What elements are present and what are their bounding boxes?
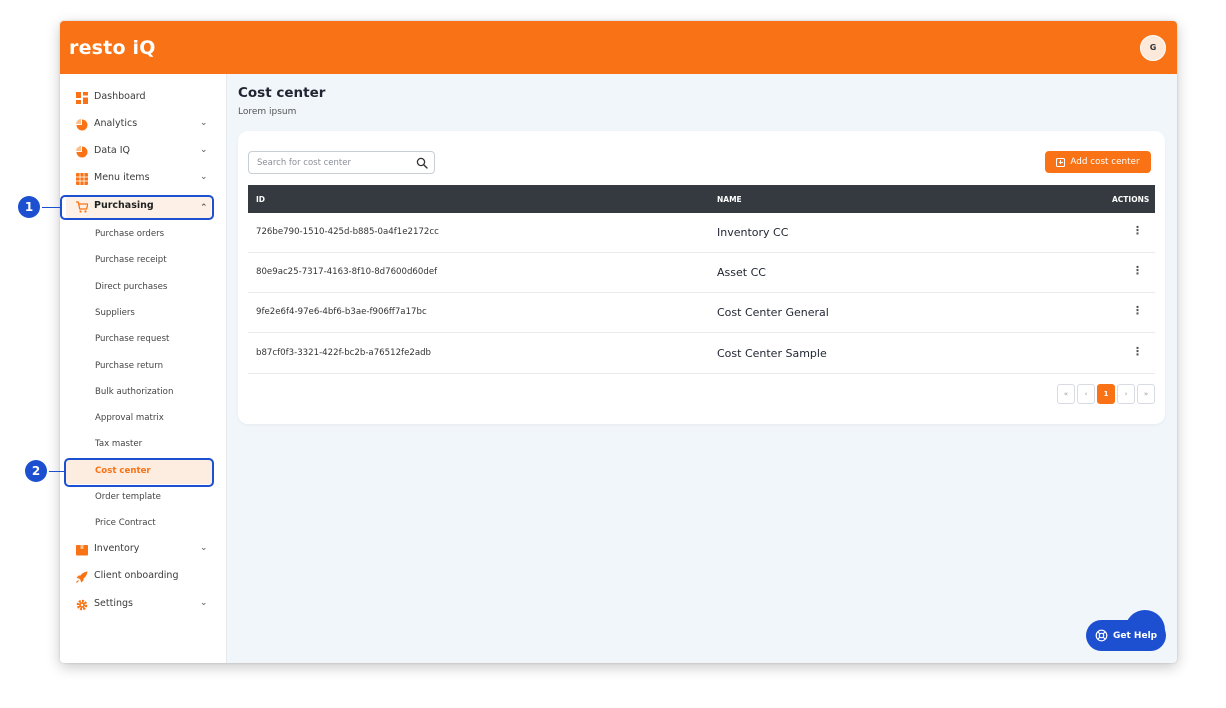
sidebar-subitem-suppliers[interactable]: Suppliers [95, 303, 135, 323]
step2-connector [45, 471, 64, 472]
analytics-icon [76, 119, 88, 131]
table-row[interactable]: 726be790-1510-425d-b885-0a4f1e2172cc Inve… [248, 213, 1155, 253]
cell-name: Cost Center Sample [717, 346, 827, 360]
table-header: ID NAME ACTIONS [248, 185, 1155, 213]
sidebar-item-purchasing[interactable]: Purchasing ⌃ [60, 194, 227, 220]
sidebar-subitem-direct-purchases[interactable]: Direct purchases [95, 277, 167, 297]
dashboard-icon [76, 92, 88, 104]
sidebar-item-label: Analytics [94, 118, 138, 129]
cell-id: 80e9ac25-7317-4163-8f10-8d7600d60def [256, 267, 438, 278]
add-icon [1056, 157, 1066, 167]
pagination-next[interactable]: › [1117, 384, 1135, 404]
row-actions-icon[interactable]: ⋮ [1132, 265, 1143, 276]
chevron-down-icon: ⌄ [200, 598, 208, 608]
cell-id: b87cf0f3-3321-422f-bc2b-a76512fe2adb [256, 347, 431, 358]
data-iq-icon [76, 146, 88, 158]
search-icon[interactable] [416, 157, 428, 169]
step1-badge: 1 [18, 196, 40, 218]
sidebar-item-label: Data IQ [94, 145, 130, 156]
get-help-button[interactable]: Get Help [1086, 620, 1166, 651]
chevron-down-icon: ⌄ [200, 172, 208, 182]
page-title: Cost center [238, 85, 326, 101]
sidebar-item-label: Dashboard [94, 91, 146, 102]
column-name[interactable]: NAME [717, 195, 742, 204]
sidebar-item-settings[interactable]: Settings ⌄ [60, 592, 227, 618]
top-bar: resto iQ G [60, 21, 1177, 74]
get-help-label: Get Help [1113, 630, 1158, 641]
sidebar-subitem-purchase-request[interactable]: Purchase request [95, 329, 169, 349]
pagination-page-1[interactable]: 1 [1097, 384, 1115, 404]
chevron-down-icon: ⌄ [200, 543, 208, 553]
table-row[interactable]: 80e9ac25-7317-4163-8f10-8d7600d60def Asse… [248, 253, 1155, 294]
sidebar-item-label: Menu items [94, 172, 150, 183]
chevron-down-icon: ⌄ [200, 145, 208, 155]
cart-icon [76, 201, 88, 213]
sidebar-subitem-cost-center[interactable]: Cost center [95, 461, 151, 481]
pagination-last[interactable]: » [1137, 384, 1155, 404]
pagination-first[interactable]: « [1057, 384, 1075, 404]
sidebar-subitem-bulk-authorization[interactable]: Bulk authorization [95, 382, 173, 402]
sidebar-item-menu-items[interactable]: Menu items ⌄ [60, 166, 227, 192]
sidebar-item-label: Settings [94, 598, 133, 609]
sidebar-item-analytics[interactable]: Analytics ⌄ [60, 112, 227, 138]
pagination-prev[interactable]: ‹ [1077, 384, 1095, 404]
sidebar-subitem-order-template[interactable]: Order template [95, 487, 161, 507]
chevron-down-icon: ⌄ [200, 118, 208, 128]
rocket-icon [76, 571, 88, 583]
sidebar-subitem-approval-matrix[interactable]: Approval matrix [95, 408, 164, 428]
sidebar-item-label: Client onboarding [94, 570, 179, 581]
search-box[interactable] [248, 151, 435, 174]
sidebar-subitem-price-contract[interactable]: Price Contract [95, 513, 156, 533]
search-input[interactable] [257, 156, 407, 170]
menu-items-icon [76, 173, 88, 185]
table-row[interactable]: 9fe2e6f4-97e6-4bf6-b3ae-f906ff7a17bc Cost… [248, 293, 1155, 334]
sidebar-item-inventory[interactable]: Inventory ⌄ [60, 537, 227, 563]
row-actions-icon[interactable]: ⋮ [1132, 305, 1143, 316]
cell-id: 726be790-1510-425d-b885-0a4f1e2172cc [256, 227, 439, 237]
column-id[interactable]: ID [256, 195, 265, 204]
row-actions-icon[interactable]: ⋮ [1132, 346, 1143, 357]
cell-name: Inventory CC [717, 226, 789, 239]
sidebar-subitem-purchase-return[interactable]: Purchase return [95, 356, 163, 376]
step2-badge: 2 [25, 460, 47, 482]
sidebar-subitem-purchase-receipt[interactable]: Purchase receipt [95, 250, 167, 270]
chevron-up-icon: ⌃ [200, 203, 208, 213]
cell-name: Cost Center General [717, 306, 829, 320]
table-row[interactable]: b87cf0f3-3321-422f-bc2b-a76512fe2adb Cost… [248, 334, 1155, 374]
sidebar-subitem-tax-master[interactable]: Tax master [95, 434, 142, 454]
cell-name: Asset CC [717, 266, 766, 280]
step1-connector [38, 207, 60, 208]
sidebar-item-label: Purchasing [94, 200, 154, 211]
gear-icon [76, 599, 88, 611]
add-cost-center-label: Add cost center [1070, 157, 1140, 167]
sidebar-item-label: Inventory [94, 543, 140, 554]
sidebar-item-data-iq[interactable]: Data IQ ⌄ [60, 139, 227, 165]
page-subtitle: Lorem ipsum [238, 107, 297, 117]
column-actions: ACTIONS [1112, 195, 1150, 204]
sidebar-subitem-purchase-orders[interactable]: Purchase orders [95, 224, 164, 244]
inventory-icon [76, 545, 88, 556]
user-avatar[interactable]: G [1140, 34, 1166, 61]
app-logo[interactable]: resto iQ [69, 37, 156, 59]
sidebar-item-dashboard[interactable]: Dashboard [60, 85, 227, 111]
help-icon [1095, 629, 1108, 642]
cell-id: 9fe2e6f4-97e6-4bf6-b3ae-f906ff7a17bc [256, 307, 427, 318]
row-actions-icon[interactable]: ⋮ [1132, 225, 1143, 236]
sidebar-item-client-onboarding[interactable]: Client onboarding [60, 564, 227, 590]
add-cost-center-button[interactable]: Add cost center [1045, 151, 1151, 173]
